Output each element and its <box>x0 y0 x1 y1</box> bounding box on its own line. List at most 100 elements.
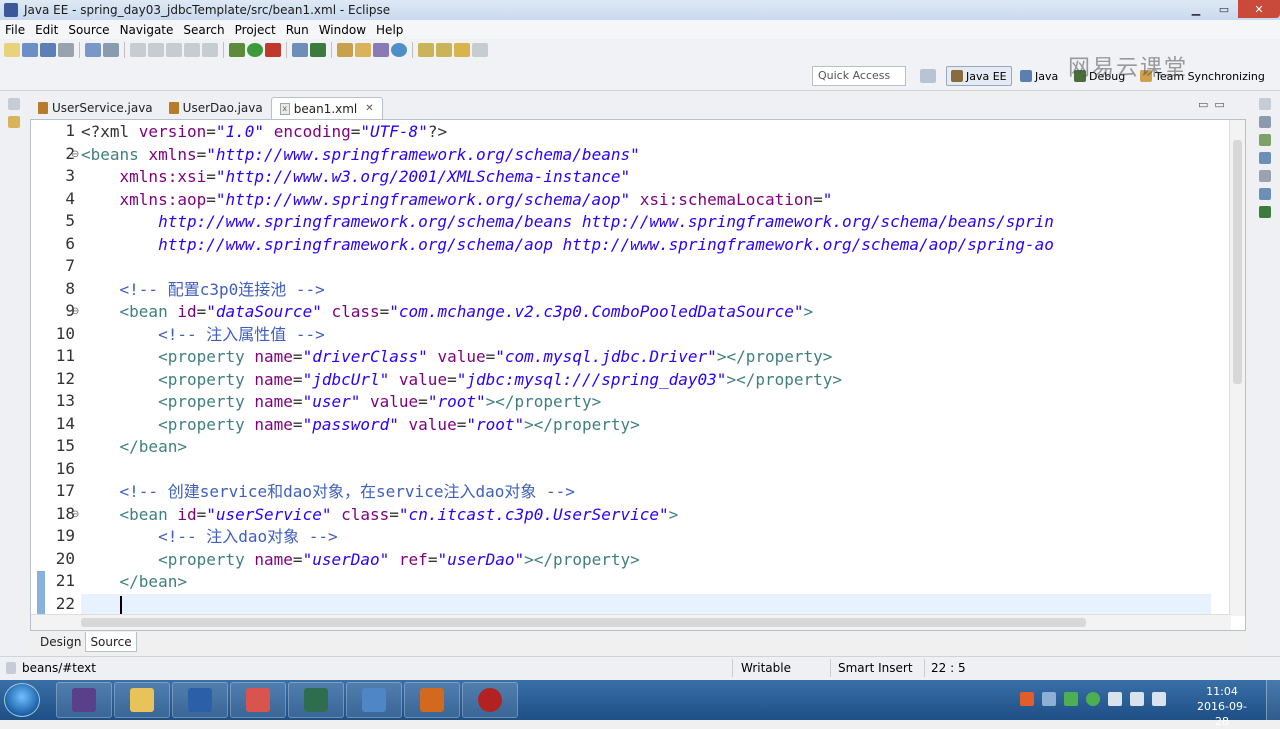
project-explorer-icon[interactable] <box>8 116 20 128</box>
skip-breakpoints-icon[interactable] <box>103 43 119 57</box>
horizontal-scroll-thumb[interactable] <box>81 618 1086 627</box>
resume-icon[interactable] <box>130 43 146 57</box>
tray-expand-icon[interactable] <box>1042 692 1056 706</box>
code-line[interactable]: <property name="jdbcUrl" value="jdbc:mys… <box>81 369 842 391</box>
menu-search[interactable]: Search <box>178 23 229 37</box>
code-line[interactable]: http://www.springframework.org/schema/ao… <box>81 234 1054 256</box>
code-line[interactable]: </bean> <box>81 436 187 458</box>
step-over-icon[interactable] <box>202 43 218 57</box>
new-class-icon[interactable] <box>310 43 326 57</box>
menu-edit[interactable]: Edit <box>30 23 63 37</box>
perspective-java-ee[interactable]: Java EE <box>946 66 1012 86</box>
properties-icon[interactable] <box>1259 170 1271 182</box>
forward-icon[interactable] <box>472 43 488 57</box>
close-button[interactable]: ✕ <box>1238 0 1280 18</box>
servers-icon[interactable] <box>1259 188 1271 200</box>
horizontal-scrollbar[interactable] <box>31 614 1231 630</box>
code-line[interactable]: <?xml version="1.0" encoding="UTF-8"?> <box>81 121 447 143</box>
code-line[interactable]: <property name="user" value="root"></pro… <box>81 391 601 413</box>
code-line[interactable]: <property name="userDao" ref="userDao"><… <box>81 549 640 571</box>
debug-icon[interactable] <box>229 43 245 57</box>
open-perspective-icon[interactable] <box>920 69 936 83</box>
minimize-button[interactable]: ▁ <box>1182 0 1210 18</box>
menu-navigate[interactable]: Navigate <box>115 23 179 37</box>
code-line[interactable]: xmlns:xsi="http://www.w3.org/2001/XMLSch… <box>81 166 631 188</box>
fold-toggle-icon[interactable]: ⊖ <box>71 306 79 317</box>
restore-icon[interactable] <box>1259 98 1271 110</box>
code-area[interactable]: <?xml version="1.0" encoding="UTF-8"?> <b… <box>81 120 1211 630</box>
editor-min-max-controls[interactable]: ▭▭ <box>1198 98 1231 111</box>
taskbar-editor-app[interactable] <box>230 682 286 718</box>
taskbar-powerpoint[interactable] <box>404 682 460 718</box>
code-line[interactable]: <!-- 配置c3p0连接池 --> <box>81 279 325 301</box>
menu-project[interactable]: Project <box>230 23 281 37</box>
taskbar-eclipse[interactable] <box>462 682 518 718</box>
code-line[interactable]: <!-- 创建service和dao对象，在service注入dao对象 --> <box>81 481 575 503</box>
globe-icon[interactable] <box>391 43 407 57</box>
action-center-icon[interactable] <box>1108 692 1122 706</box>
restore-icon[interactable] <box>8 98 20 110</box>
next-annotation-icon[interactable] <box>418 43 434 57</box>
new-server-icon[interactable] <box>292 43 308 57</box>
code-line[interactable]: <!-- 注入属性值 --> <box>81 324 325 346</box>
outline-icon[interactable] <box>1259 116 1271 128</box>
taskbar-mysql-app[interactable] <box>346 682 402 718</box>
step-into-icon[interactable] <box>184 43 200 57</box>
tab-userdao-java[interactable]: UserDao.java <box>161 97 271 119</box>
tray-app-icon[interactable] <box>1064 692 1078 706</box>
taskbar-java-ee-app[interactable] <box>56 682 112 718</box>
code-line[interactable]: </bean> <box>81 571 187 593</box>
show-desktop-button[interactable] <box>1266 680 1280 720</box>
quick-access-input[interactable]: Quick Access <box>812 66 906 86</box>
perspective-java[interactable]: Java <box>1016 66 1062 86</box>
volume-icon[interactable] <box>1152 692 1166 706</box>
external-tools-icon[interactable] <box>265 43 281 57</box>
code-line[interactable]: <property name="driverClass" value="com.… <box>81 346 832 368</box>
suspend-icon[interactable] <box>148 43 164 57</box>
xml-source-editor[interactable]: 1 2 ⊖ 3 4 5 6 7 8 9 ⊖ 10 11 12 13 14 15 16 17 18 ⊖ 19 20 21 22 <… <box>30 119 1246 631</box>
code-line[interactable]: <property name="password" value="root"><… <box>81 414 640 436</box>
tray-app-icon[interactable] <box>1086 692 1100 706</box>
code-line[interactable]: xmlns:aop="http://www.springframework.or… <box>81 189 833 211</box>
menu-help[interactable]: Help <box>371 23 408 37</box>
run-icon[interactable] <box>247 43 263 57</box>
network-icon[interactable] <box>1130 692 1144 706</box>
open-type-icon[interactable] <box>337 43 353 57</box>
markers-icon[interactable] <box>1259 152 1271 164</box>
tab-source[interactable]: Source <box>85 632 137 652</box>
save-icon[interactable] <box>22 43 38 57</box>
tab-bean1-xml[interactable]: x bean1.xml ✕ <box>270 97 383 119</box>
console-icon[interactable] <box>1259 206 1271 218</box>
new-icon[interactable] <box>4 43 20 57</box>
code-line[interactable]: <bean id="dataSource" class="com.mchange… <box>81 301 814 323</box>
fold-toggle-icon[interactable]: ⊖ <box>71 149 79 160</box>
taskbar-clock[interactable]: 11:04 2016-09-28 <box>1192 684 1252 729</box>
menu-window[interactable]: Window <box>314 23 371 37</box>
previous-annotation-icon[interactable] <box>436 43 452 57</box>
input-method-icon[interactable] <box>1020 692 1034 706</box>
tab-userservice-java[interactable]: UserService.java <box>30 97 161 119</box>
save-all-icon[interactable] <box>40 43 56 57</box>
server-icon[interactable] <box>85 43 101 57</box>
code-line[interactable]: <!-- 注入dao对象 --> <box>81 526 338 548</box>
maximize-button[interactable]: ▭ <box>1210 0 1238 18</box>
open-folder-icon[interactable] <box>355 43 371 57</box>
print-icon[interactable] <box>58 43 74 57</box>
code-line[interactable]: <bean id="userService" class="cn.itcast.… <box>81 504 679 526</box>
taskbar-word[interactable] <box>172 682 228 718</box>
menu-run[interactable]: Run <box>281 23 314 37</box>
code-line[interactable]: <beans xmlns="http://www.springframework… <box>81 144 640 166</box>
tab-design[interactable]: Design <box>36 632 85 652</box>
taskbar-explorer[interactable] <box>114 682 170 718</box>
start-button[interactable] <box>4 683 40 717</box>
back-icon[interactable] <box>454 43 470 57</box>
menu-file[interactable]: File <box>0 23 30 37</box>
fold-toggle-icon[interactable]: ⊖ <box>71 509 79 520</box>
taskbar-console-app[interactable] <box>288 682 344 718</box>
search-icon[interactable] <box>373 43 389 57</box>
code-line[interactable] <box>81 593 1211 616</box>
task-list-icon[interactable] <box>1259 134 1271 146</box>
terminate-icon[interactable] <box>166 43 182 57</box>
close-tab-icon[interactable]: ✕ <box>365 103 373 114</box>
vertical-scrollbar[interactable] <box>1229 120 1245 616</box>
